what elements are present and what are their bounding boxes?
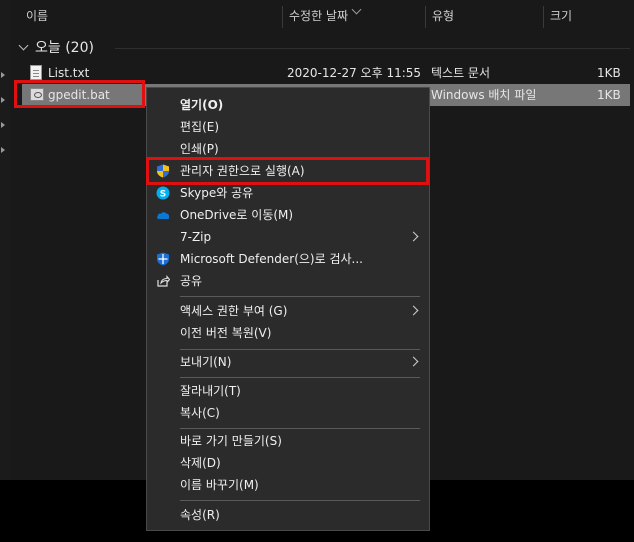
file-size: 1KB xyxy=(597,66,621,80)
file-name: List.txt xyxy=(48,66,90,80)
menu-item-label: 7-Zip xyxy=(180,230,212,244)
column-header-size[interactable]: 크기 xyxy=(544,0,624,32)
menu-item-onedrive[interactable]: OneDrive로 이동(M) xyxy=(147,204,429,226)
group-header-today[interactable]: 오늘 (20) xyxy=(18,38,94,58)
menu-item-properties[interactable]: 속성(R) xyxy=(147,504,429,526)
menu-item-label: 인쇄(P) xyxy=(180,142,219,156)
menu-item-defender-scan[interactable]: Microsoft Defender(으)로 검사... xyxy=(147,248,429,270)
column-header-type[interactable]: 유형 xyxy=(426,0,543,32)
nav-expand-icon[interactable] xyxy=(1,122,5,128)
menu-item-copy[interactable]: 복사(C) xyxy=(147,402,429,424)
share-icon xyxy=(157,274,170,287)
menu-separator xyxy=(180,296,420,297)
context-menu: 열기(O) 편집(E) 인쇄(P) 관리자 권한으로 실행(A) S Skype… xyxy=(146,87,430,531)
nav-expand-icon[interactable] xyxy=(1,97,5,103)
menu-separator xyxy=(180,500,420,501)
svg-text:S: S xyxy=(160,190,166,200)
menu-item-label: 보내기(N) xyxy=(180,355,232,369)
menu-item-label: 열기(O) xyxy=(180,98,224,112)
menu-item-label: 관리자 권한으로 실행(A) xyxy=(180,164,305,178)
file-size: 1KB xyxy=(597,88,621,102)
chevron-right-icon xyxy=(408,356,419,367)
file-type: Windows 배치 파일 xyxy=(431,88,537,102)
nav-expand-icon[interactable] xyxy=(1,72,5,78)
menu-item-label: 편집(E) xyxy=(180,120,220,134)
onedrive-icon xyxy=(157,212,170,219)
menu-item-label: 이전 버전 복원(V) xyxy=(180,326,272,340)
menu-separator xyxy=(180,428,420,429)
menu-item-label: 속성(R) xyxy=(180,508,220,522)
menu-item-label: Skype와 공유 xyxy=(180,186,254,200)
group-label: 오늘 (20) xyxy=(35,40,94,56)
menu-item-label: 이름 바꾸기(M) xyxy=(180,478,259,492)
column-header-modified[interactable]: 수정한 날짜 xyxy=(283,0,425,32)
file-modified: 2020-12-27 오후 11:55 xyxy=(287,66,422,80)
menu-item-7zip[interactable]: 7-Zip xyxy=(147,226,429,248)
menu-item-open[interactable]: 열기(O) xyxy=(147,94,429,116)
menu-item-label: OneDrive로 이동(M) xyxy=(180,208,294,222)
menu-item-share[interactable]: 공유 xyxy=(147,270,429,292)
menu-item-print[interactable]: 인쇄(P) xyxy=(147,138,429,160)
text-file-icon xyxy=(30,65,42,80)
menu-item-label: 삭제(D) xyxy=(180,456,221,470)
column-header-name[interactable]: 이름 xyxy=(20,0,282,32)
chevron-right-icon xyxy=(408,231,419,242)
nav-expand-icon[interactable] xyxy=(1,147,5,153)
menu-separator xyxy=(180,349,420,350)
file-type: 텍스트 문서 xyxy=(431,66,491,80)
menu-item-label: 잘라내기(T) xyxy=(180,384,241,398)
menu-item-create-shortcut[interactable]: 바로 가기 만들기(S) xyxy=(147,430,429,452)
column-header: 이름 수정한 날짜 유형 크기 xyxy=(10,0,634,32)
menu-item-run-as-admin[interactable]: 관리자 권한으로 실행(A) xyxy=(147,160,429,182)
menu-item-label: 액세스 권한 부여 (G) xyxy=(180,304,288,318)
skype-icon: S xyxy=(156,186,170,200)
menu-item-label: 복사(C) xyxy=(180,406,220,420)
menu-item-delete[interactable]: 삭제(D) xyxy=(147,452,429,474)
menu-item-give-access[interactable]: 액세스 권한 부여 (G) xyxy=(147,300,429,322)
chevron-down-icon xyxy=(18,40,29,51)
file-row[interactable]: List.txt 2020-12-27 오후 11:55 텍스트 문서 1KB xyxy=(22,62,630,84)
uac-shield-icon xyxy=(157,164,169,178)
shield-icon xyxy=(157,252,169,266)
menu-item-label: 바로 가기 만들기(S) xyxy=(180,434,282,448)
batch-file-icon xyxy=(30,88,44,101)
group-divider xyxy=(115,48,630,49)
chevron-right-icon xyxy=(408,305,419,316)
menu-separator xyxy=(180,377,420,378)
menu-item-send-to[interactable]: 보내기(N) xyxy=(147,351,429,373)
menu-item-skype-share[interactable]: S Skype와 공유 xyxy=(147,182,429,204)
file-explorer-window: 이름 수정한 날짜 유형 크기 오늘 (20) List.txt 2020-12… xyxy=(0,0,634,542)
file-name: gpedit.bat xyxy=(48,88,110,102)
navigation-pane xyxy=(0,0,10,480)
menu-item-label: 공유 xyxy=(180,274,203,288)
menu-item-edit[interactable]: 편집(E) xyxy=(147,116,429,138)
menu-item-label: Microsoft Defender(으)로 검사... xyxy=(180,252,363,266)
menu-item-restore-previous[interactable]: 이전 버전 복원(V) xyxy=(147,322,429,344)
menu-item-rename[interactable]: 이름 바꾸기(M) xyxy=(147,474,429,496)
menu-item-cut[interactable]: 잘라내기(T) xyxy=(147,380,429,402)
